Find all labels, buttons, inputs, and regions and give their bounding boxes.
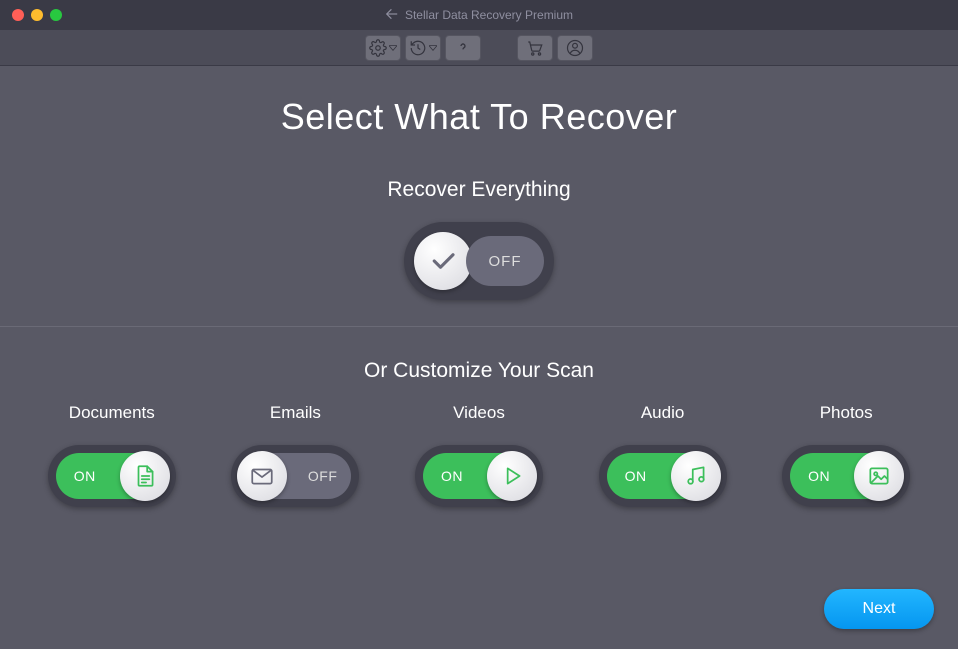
maximize-window-button[interactable] [50, 9, 62, 21]
category-label: Documents [27, 403, 197, 423]
history-button[interactable] [405, 35, 441, 61]
recover-everything-label: Recover Everything [0, 178, 958, 202]
recover-everything-toggle[interactable]: OFF [404, 222, 554, 300]
category-audio: Audio ON [578, 403, 748, 507]
cart-button[interactable] [517, 35, 553, 61]
toolbar [0, 30, 958, 66]
category-label: Audio [578, 403, 748, 423]
photo-icon [854, 451, 904, 501]
app-title-wrap: Stellar Data Recovery Premium [385, 7, 573, 24]
audio-icon [671, 451, 721, 501]
toggle-state: ON [74, 468, 96, 484]
toggle-state: ON [808, 468, 830, 484]
settings-button[interactable] [365, 35, 401, 61]
page-title: Select What To Recover [0, 96, 958, 138]
video-icon [487, 451, 537, 501]
document-icon [120, 451, 170, 501]
customize-section: Or Customize Your Scan Documents ON Emai… [0, 359, 958, 507]
category-photos: Photos ON [761, 403, 931, 507]
window-controls [0, 9, 62, 21]
emails-toggle[interactable]: OFF [231, 445, 359, 507]
category-label: Videos [394, 403, 564, 423]
videos-toggle[interactable]: ON [415, 445, 543, 507]
category-emails: Emails OFF [210, 403, 380, 507]
category-documents: Documents ON [27, 403, 197, 507]
separator [0, 326, 958, 327]
toolbar-left-group [365, 35, 481, 61]
toolbar-right-group [517, 35, 593, 61]
category-row: Documents ON Emails OFF Vide [0, 403, 958, 507]
documents-toggle[interactable]: ON [48, 445, 176, 507]
customize-label: Or Customize Your Scan [0, 359, 958, 383]
check-icon [414, 232, 472, 290]
main-content: Select What To Recover Recover Everythin… [0, 66, 958, 507]
close-window-button[interactable] [12, 9, 24, 21]
toggle-state: ON [441, 468, 463, 484]
next-button-label: Next [863, 600, 896, 618]
titlebar: Stellar Data Recovery Premium [0, 0, 958, 30]
audio-toggle[interactable]: ON [599, 445, 727, 507]
recover-everything-state: OFF [466, 236, 544, 286]
help-button[interactable] [445, 35, 481, 61]
toggle-state: ON [625, 468, 647, 484]
category-videos: Videos ON [394, 403, 564, 507]
account-button[interactable] [557, 35, 593, 61]
minimize-window-button[interactable] [31, 9, 43, 21]
photos-toggle[interactable]: ON [782, 445, 910, 507]
back-icon[interactable] [385, 7, 399, 24]
toggle-state: OFF [308, 468, 338, 484]
app-title: Stellar Data Recovery Premium [405, 8, 573, 22]
category-label: Photos [761, 403, 931, 423]
category-label: Emails [210, 403, 380, 423]
next-button[interactable]: Next [824, 589, 934, 629]
